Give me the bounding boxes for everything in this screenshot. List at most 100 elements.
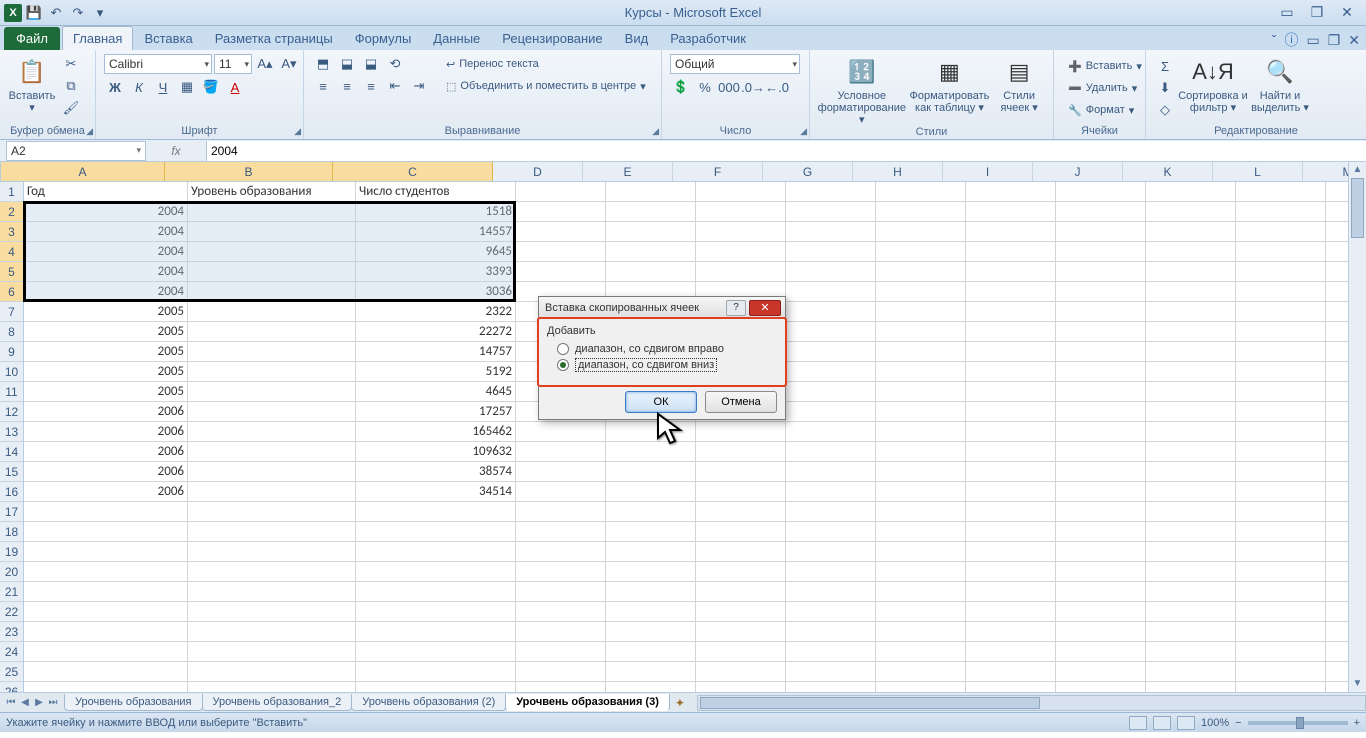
cell[interactable] bbox=[356, 602, 516, 622]
col-header[interactable]: H bbox=[853, 162, 943, 181]
vertical-scrollbar[interactable]: ▲ ▼ bbox=[1348, 162, 1366, 692]
cell[interactable] bbox=[786, 362, 876, 382]
row-header[interactable]: 11 bbox=[0, 382, 23, 402]
cell[interactable]: Уровень образования bbox=[188, 182, 356, 202]
cell[interactable]: 4645 bbox=[356, 382, 516, 402]
cell[interactable] bbox=[696, 202, 786, 222]
cell[interactable] bbox=[1236, 342, 1326, 362]
cell[interactable] bbox=[1236, 522, 1326, 542]
cell[interactable] bbox=[606, 602, 696, 622]
horizontal-scrollbar[interactable] bbox=[697, 695, 1366, 711]
cell[interactable] bbox=[1236, 662, 1326, 682]
row-header[interactable]: 15 bbox=[0, 462, 23, 482]
cell[interactable] bbox=[516, 182, 606, 202]
cell[interactable] bbox=[966, 402, 1056, 422]
cell[interactable]: 2005 bbox=[24, 342, 188, 362]
cell[interactable] bbox=[1236, 282, 1326, 302]
delete-cells-button[interactable]: ➖ Удалить ▾ bbox=[1062, 78, 1148, 98]
cell[interactable] bbox=[516, 682, 606, 692]
cell[interactable] bbox=[188, 202, 356, 222]
row-header[interactable]: 24 bbox=[0, 642, 23, 662]
row-header[interactable]: 21 bbox=[0, 582, 23, 602]
cell[interactable] bbox=[516, 522, 606, 542]
cell[interactable] bbox=[876, 602, 966, 622]
font-size-combo[interactable]: 11 bbox=[214, 54, 252, 74]
paste-button[interactable]: 📋 Вставить ▾ bbox=[6, 52, 58, 114]
cell[interactable] bbox=[1236, 682, 1326, 692]
col-header[interactable]: L bbox=[1213, 162, 1303, 181]
cell[interactable] bbox=[188, 282, 356, 302]
cell[interactable] bbox=[1236, 242, 1326, 262]
align-middle-icon[interactable]: ⬓ bbox=[336, 54, 358, 74]
cell[interactable] bbox=[606, 502, 696, 522]
cell[interactable]: 5192 bbox=[356, 362, 516, 382]
cell[interactable] bbox=[696, 582, 786, 602]
cell[interactable] bbox=[606, 182, 696, 202]
cell[interactable] bbox=[516, 582, 606, 602]
cell[interactable] bbox=[188, 522, 356, 542]
cell[interactable] bbox=[24, 562, 188, 582]
cell[interactable] bbox=[696, 442, 786, 462]
dialog-launcher-icon[interactable]: ◢ bbox=[652, 126, 659, 137]
cell[interactable] bbox=[1236, 582, 1326, 602]
cell[interactable] bbox=[516, 482, 606, 502]
col-header[interactable]: K bbox=[1123, 162, 1213, 181]
cell[interactable] bbox=[786, 582, 876, 602]
cell[interactable] bbox=[786, 502, 876, 522]
cell[interactable]: 3393 bbox=[356, 262, 516, 282]
cell[interactable] bbox=[1236, 322, 1326, 342]
cell[interactable] bbox=[786, 482, 876, 502]
cell[interactable] bbox=[1146, 422, 1236, 442]
cell[interactable] bbox=[516, 562, 606, 582]
cell[interactable] bbox=[24, 502, 188, 522]
dialog-launcher-icon[interactable]: ◢ bbox=[800, 126, 807, 137]
col-header[interactable]: E bbox=[583, 162, 673, 181]
cell[interactable] bbox=[356, 682, 516, 692]
cell[interactable] bbox=[786, 442, 876, 462]
win-rest-icon[interactable]: ❐ bbox=[1328, 32, 1341, 49]
cell[interactable] bbox=[876, 642, 966, 662]
cell[interactable] bbox=[1146, 442, 1236, 462]
cell[interactable]: 34514 bbox=[356, 482, 516, 502]
cell[interactable] bbox=[786, 522, 876, 542]
cell[interactable] bbox=[1056, 282, 1146, 302]
cell[interactable] bbox=[1056, 202, 1146, 222]
cell[interactable] bbox=[786, 422, 876, 442]
cell[interactable] bbox=[1056, 382, 1146, 402]
cell[interactable] bbox=[1056, 302, 1146, 322]
cell[interactable] bbox=[1236, 642, 1326, 662]
cell[interactable] bbox=[606, 582, 696, 602]
cell[interactable] bbox=[876, 622, 966, 642]
clear-icon[interactable]: ◇ bbox=[1154, 100, 1176, 120]
cell[interactable] bbox=[876, 322, 966, 342]
cell[interactable] bbox=[188, 422, 356, 442]
cell[interactable] bbox=[188, 622, 356, 642]
cell[interactable] bbox=[1146, 402, 1236, 422]
cell[interactable] bbox=[1146, 662, 1236, 682]
sheet-tab[interactable]: Урочвень образования_2 bbox=[202, 694, 353, 711]
cell[interactable]: 109632 bbox=[356, 442, 516, 462]
cell[interactable] bbox=[606, 222, 696, 242]
cell[interactable] bbox=[696, 182, 786, 202]
row-header[interactable]: 22 bbox=[0, 602, 23, 622]
cell[interactable] bbox=[786, 182, 876, 202]
cell[interactable] bbox=[876, 422, 966, 442]
cell[interactable] bbox=[1236, 502, 1326, 522]
cell[interactable] bbox=[606, 262, 696, 282]
cell[interactable]: 2005 bbox=[24, 362, 188, 382]
cell[interactable] bbox=[1056, 542, 1146, 562]
fx-label[interactable]: fx bbox=[146, 144, 206, 158]
font-color-icon[interactable]: A bbox=[224, 77, 246, 97]
sort-filter-button[interactable]: A↓ЯСортировка и фильтр ▾ bbox=[1178, 52, 1248, 114]
cell[interactable] bbox=[516, 502, 606, 522]
cell[interactable] bbox=[966, 282, 1056, 302]
cell[interactable] bbox=[696, 622, 786, 642]
cell[interactable] bbox=[356, 642, 516, 662]
cell[interactable] bbox=[786, 462, 876, 482]
cell[interactable] bbox=[24, 582, 188, 602]
cell[interactable] bbox=[966, 462, 1056, 482]
cell[interactable] bbox=[786, 682, 876, 692]
cell[interactable] bbox=[516, 222, 606, 242]
cell[interactable] bbox=[876, 342, 966, 362]
cell[interactable] bbox=[188, 262, 356, 282]
